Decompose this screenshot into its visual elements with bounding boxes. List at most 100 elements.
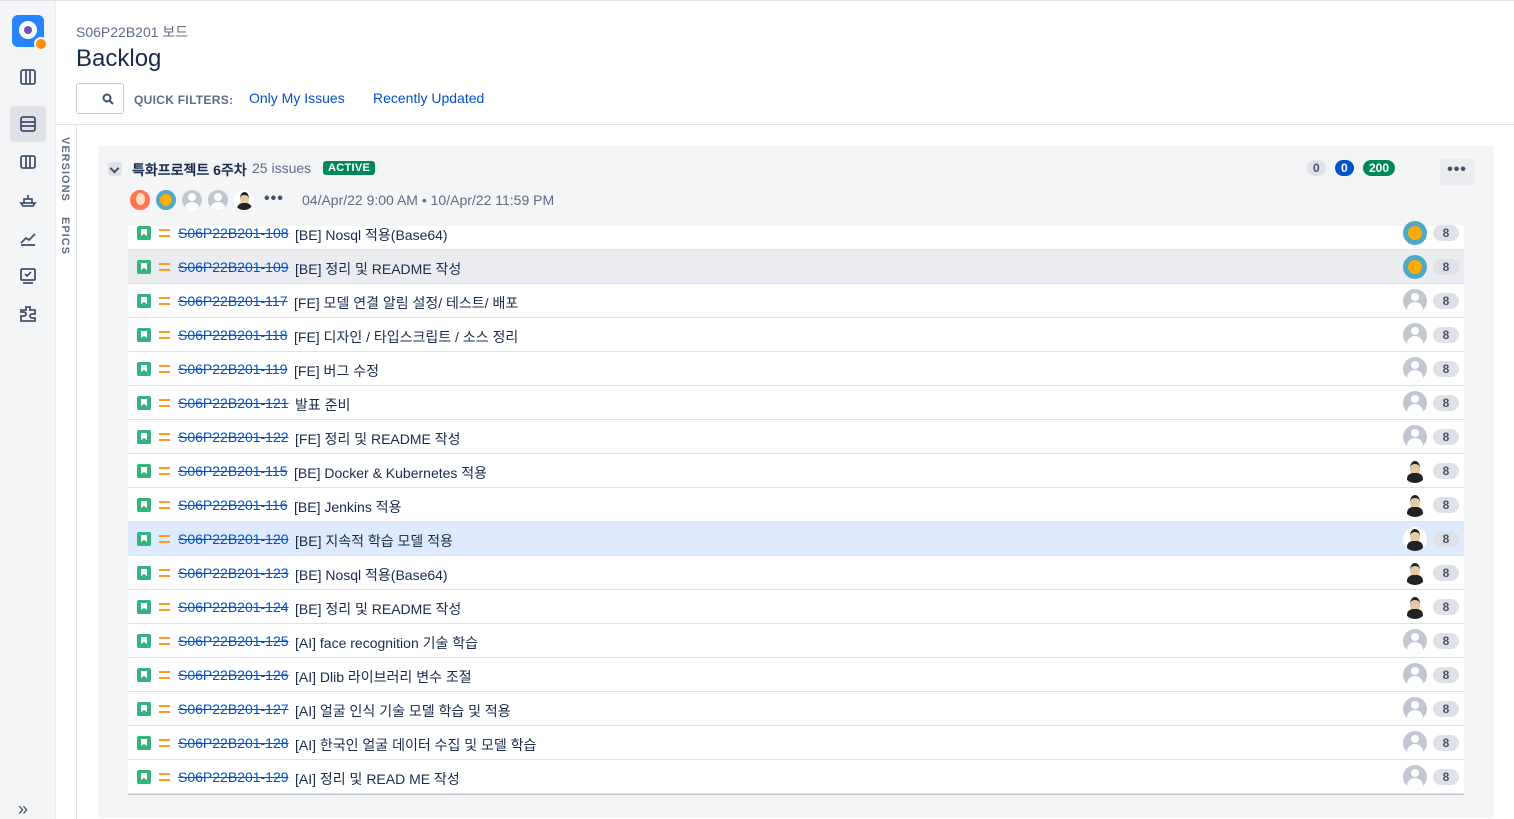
issue-key[interactable]: S06P22B201-120	[178, 531, 289, 547]
status-badge: ACTIVE	[323, 161, 376, 175]
quick-filter-recently-updated[interactable]: Recently Updated	[373, 90, 484, 106]
avatar[interactable]	[128, 188, 152, 212]
issue-summary: [BE] 지속적 학습 모델 적용	[295, 533, 453, 549]
story-points-badge: 8	[1433, 667, 1459, 683]
avatar[interactable]	[1403, 221, 1427, 245]
priority-medium-icon	[159, 229, 170, 237]
tab-epics[interactable]: EPICS	[59, 217, 71, 255]
avatar[interactable]	[232, 188, 256, 212]
avatar[interactable]	[1403, 459, 1427, 483]
story-points-badge: 8	[1433, 327, 1459, 343]
priority-medium-icon	[159, 773, 170, 781]
avatar[interactable]	[1403, 493, 1427, 517]
tab-versions[interactable]: VERSIONS	[59, 137, 71, 202]
avatar[interactable]	[1403, 289, 1427, 313]
issue-key[interactable]: S06P22B201-116	[178, 497, 288, 513]
more-avatars-button[interactable]: •••	[264, 188, 284, 212]
issue-key[interactable]: S06P22B201-129	[178, 769, 289, 785]
issue-summary: [FE] 디자인 / 타입스크립트 / 소스 정리	[294, 329, 519, 345]
chevron-down-icon[interactable]	[108, 162, 122, 176]
story-icon	[137, 498, 151, 512]
issue-key[interactable]: S06P22B201-119	[178, 361, 288, 377]
story-icon	[137, 396, 151, 410]
story-points-badge: 8	[1433, 395, 1459, 411]
priority-medium-icon	[159, 671, 170, 679]
avatar[interactable]	[1403, 697, 1427, 721]
quick-filter-only-my-issues[interactable]: Only My Issues	[249, 90, 345, 106]
sprint-container: 특화프로젝트 6주차 25 issues ACTIVE 0 0 200 ••• …	[98, 146, 1494, 818]
ship-icon[interactable]	[10, 182, 46, 218]
issue-key[interactable]: S06P22B201-109	[178, 259, 289, 275]
story-points-badge: 8	[1433, 599, 1459, 615]
avatar[interactable]	[206, 188, 230, 212]
table-row[interactable]: S06P22B201-115 [BE] Docker & Kubernetes 적…	[128, 454, 1464, 488]
issue-summary: [AI] 얼굴 인식 기술 모델 학습 및 적용	[295, 703, 511, 719]
table-row[interactable]: S06P22B201-124 [BE] 정리 및 README 작성 8	[128, 590, 1464, 624]
avatar[interactable]	[180, 188, 204, 212]
issue-key[interactable]: S06P22B201-117	[178, 293, 288, 309]
table-row[interactable]: S06P22B201-129 [AI] 정리 및 READ ME 작성 8	[128, 760, 1464, 794]
avatar[interactable]	[1403, 391, 1427, 415]
table-row[interactable]: S06P22B201-119 [FE] 버그 수정 8	[128, 352, 1464, 386]
sprint-dates: 04/Apr/22 9:00 AM • 10/Apr/22 11:59 PM	[302, 192, 555, 208]
issue-key[interactable]: S06P22B201-127	[178, 701, 289, 717]
table-row[interactable]: S06P22B201-123 [BE] Nosql 적용(Base64) 8	[128, 556, 1464, 590]
table-row[interactable]: S06P22B201-128 [AI] 한국인 얼굴 데이터 수집 및 모델 학습…	[128, 726, 1464, 760]
table-row[interactable]: S06P22B201-117 [FE] 모델 연결 알림 설정/ 테스트/ 배포 8	[128, 284, 1464, 318]
story-icon	[137, 600, 151, 614]
checklist-icon[interactable]	[10, 258, 46, 294]
table-row[interactable]: S06P22B201-116 [BE] Jenkins 적용 8	[128, 488, 1464, 522]
priority-medium-icon	[159, 705, 170, 713]
addon-icon[interactable]	[10, 296, 46, 332]
avatar[interactable]	[1403, 663, 1427, 687]
sprint-more-button[interactable]: •••	[1440, 159, 1474, 185]
header-divider	[56, 124, 1514, 125]
story-points-badge: 8	[1433, 633, 1459, 649]
avatar[interactable]	[1403, 323, 1427, 347]
table-row[interactable]: S06P22B201-127 [AI] 얼굴 인식 기술 모델 학습 및 적용 8	[128, 692, 1464, 726]
issue-key[interactable]: S06P22B201-121	[178, 395, 289, 411]
reports-icon[interactable]	[10, 220, 46, 256]
issue-summary: [AI] 정리 및 READ ME 작성	[295, 771, 460, 787]
issue-key[interactable]: S06P22B201-108	[178, 225, 289, 241]
avatar[interactable]	[1403, 765, 1427, 789]
table-row[interactable]: S06P22B201-126 [AI] Dlib 라이브러리 변수 조절 8	[128, 658, 1464, 692]
issue-summary: [BE] Nosql 적용(Base64)	[295, 567, 448, 583]
issue-key[interactable]: S06P22B201-118	[178, 327, 288, 343]
avatar[interactable]	[1403, 731, 1427, 755]
breadcrumb[interactable]: S06P22B201 보드	[76, 22, 188, 42]
avatar[interactable]	[1403, 629, 1427, 653]
issue-key[interactable]: S06P22B201-115	[178, 463, 288, 479]
columns-icon[interactable]	[10, 144, 46, 180]
table-row[interactable]: S06P22B201-109 [BE] 정리 및 README 작성 8	[128, 250, 1464, 284]
table-row[interactable]: S06P22B201-122 [FE] 정리 및 README 작성 8	[128, 420, 1464, 454]
story-points-badge: 8	[1433, 701, 1459, 717]
table-row[interactable]: S06P22B201-108 [BE] Nosql 적용(Base64) 8	[128, 221, 1464, 250]
avatar[interactable]	[1403, 527, 1427, 551]
issue-key[interactable]: S06P22B201-124	[178, 599, 289, 615]
issue-key[interactable]: S06P22B201-125	[178, 633, 289, 649]
issue-key[interactable]: S06P22B201-126	[178, 667, 289, 683]
table-row[interactable]: S06P22B201-121 발표 준비 8	[128, 386, 1464, 420]
avatar[interactable]	[1403, 595, 1427, 619]
avatar[interactable]	[1403, 255, 1427, 279]
avatar[interactable]	[1403, 357, 1427, 381]
sprint-name[interactable]: 특화프로젝트 6주차	[132, 160, 247, 180]
board-icon[interactable]	[10, 59, 46, 95]
table-row[interactable]: S06P22B201-120 [BE] 지속적 학습 모델 적용 8	[128, 522, 1464, 556]
backlog-icon[interactable]	[10, 106, 46, 142]
issue-summary: [AI] Dlib 라이브러리 변수 조절	[295, 669, 472, 685]
issue-key[interactable]: S06P22B201-128	[178, 735, 289, 751]
search-input[interactable]	[76, 83, 124, 114]
story-icon	[137, 770, 151, 784]
avatar[interactable]	[154, 188, 178, 212]
table-row[interactable]: S06P22B201-125 [AI] face recognition 기술 학…	[128, 624, 1464, 658]
issue-key[interactable]: S06P22B201-123	[178, 565, 289, 581]
project-avatar-icon[interactable]	[12, 15, 48, 51]
story-icon	[137, 702, 151, 716]
avatar[interactable]	[1403, 425, 1427, 449]
avatar[interactable]	[1403, 561, 1427, 585]
expand-sidebar-icon[interactable]: »	[18, 799, 28, 819]
table-row[interactable]: S06P22B201-118 [FE] 디자인 / 타입스크립트 / 소스 정리 8	[128, 318, 1464, 352]
issue-key[interactable]: S06P22B201-122	[178, 429, 289, 445]
